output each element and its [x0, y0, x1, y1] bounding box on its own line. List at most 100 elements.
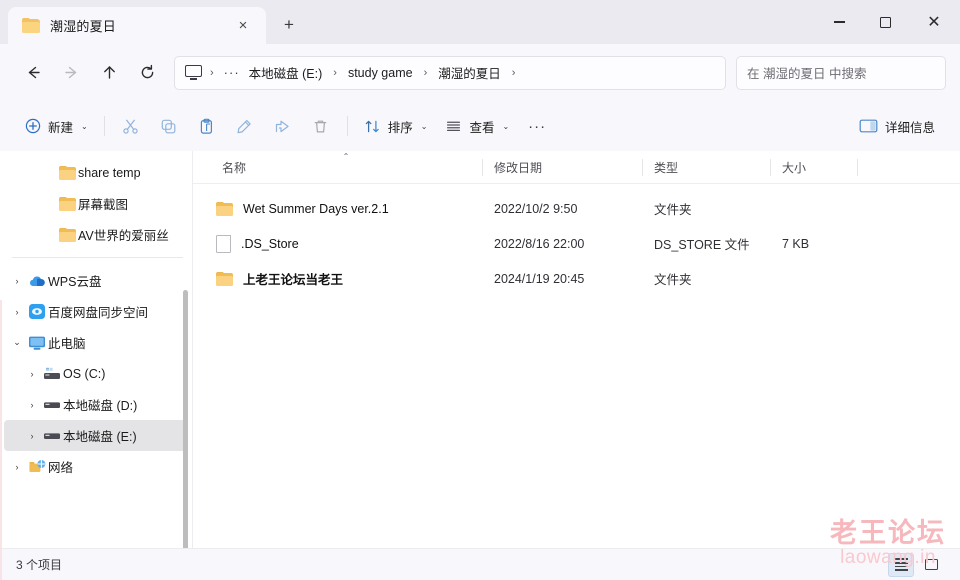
minimize-button[interactable] — [816, 0, 862, 44]
sidebar-item-3[interactable]: › OS (C:) — [4, 358, 187, 389]
breadcrumb-separator: › — [511, 66, 516, 79]
paste-button[interactable] — [188, 110, 226, 142]
sidebar-item-icon — [56, 227, 78, 242]
sidebar-item-0[interactable]: ›share temp — [4, 157, 187, 188]
sidebar-item-4[interactable]: › 本地磁盘 (D:) — [4, 389, 187, 420]
table-row[interactable]: 上老王论坛当老王 2024/1/19 20:45 文件夹 — [199, 261, 954, 296]
breadcrumb-separator: › — [333, 66, 337, 79]
up-button[interactable] — [90, 56, 128, 90]
large-icons-view-toggle[interactable] — [918, 553, 944, 577]
chevron-down-icon: ⌄ — [420, 121, 428, 131]
cut-button[interactable] — [112, 110, 150, 142]
sidebar-divider — [12, 257, 183, 258]
details-view-toggle[interactable] — [888, 552, 914, 577]
sidebar-item-label: share temp — [78, 165, 141, 180]
search-box[interactable]: 在 潮湿的夏日 中搜索 — [736, 55, 946, 90]
tab-active[interactable]: 潮湿的夏日 × — [8, 7, 266, 44]
file-date-cell: 2022/8/16 22:00 — [494, 236, 585, 251]
sidebar-item-label: OS (C:) — [63, 366, 106, 381]
folder-icon — [58, 196, 76, 211]
refresh-button[interactable] — [128, 56, 166, 90]
sidebar-item-1[interactable]: › 百度网盘同步空间 — [4, 296, 187, 327]
toolbar-divider — [103, 116, 105, 136]
folder-icon — [58, 227, 76, 242]
folder-icon — [22, 18, 40, 33]
search-input[interactable]: 在 潮湿的夏日 中搜索 — [747, 63, 866, 82]
forward-button[interactable] — [52, 56, 90, 90]
sidebar-item-icon — [41, 366, 63, 381]
sidebar-item-0[interactable]: › WPS云盘 — [4, 265, 187, 296]
sidebar-item-icon — [41, 428, 63, 443]
chevron-right-icon[interactable]: › — [23, 369, 41, 379]
sidebar-item-1[interactable]: ›屏幕截图 — [4, 188, 187, 219]
breadcrumb-overflow[interactable]: ··· — [220, 65, 244, 80]
details-pane-button[interactable]: 详细信息 — [850, 110, 944, 142]
view-button[interactable]: 查看 ⌄ — [436, 110, 518, 142]
new-button[interactable]: 新建 ⌄ — [16, 110, 97, 142]
folder-icon — [216, 271, 233, 286]
more-options-button[interactable]: ··· — [518, 110, 556, 142]
copy-icon — [160, 118, 177, 135]
chevron-down-icon: ⌄ — [502, 121, 510, 131]
sidebar-item-2[interactable]: ⌄ 此电脑 — [4, 327, 187, 358]
trash-icon — [312, 118, 329, 135]
sidebar-item-icon — [26, 273, 48, 289]
file-explorer-window: 潮湿的夏日 × + ✕ › ··· 本地磁盘 (E:) › study game… — [0, 0, 960, 580]
sidebar-item-icon — [26, 459, 48, 475]
chevron-down-icon[interactable]: ⌄ — [8, 337, 26, 348]
back-button[interactable] — [14, 56, 52, 90]
sidebar-item-label: 网络 — [48, 461, 74, 475]
breadcrumb-item-study-game[interactable]: study game — [343, 63, 418, 83]
chevron-right-icon[interactable]: › — [8, 276, 26, 286]
maximize-button[interactable] — [862, 0, 908, 44]
drive-icon — [43, 397, 61, 412]
folder-icon — [216, 201, 233, 216]
chevron-right-icon[interactable]: › — [23, 431, 41, 441]
sort-button[interactable]: 排序 ⌄ — [355, 110, 437, 142]
chevron-right-icon[interactable]: › — [8, 462, 26, 472]
chevron-right-icon[interactable]: › — [8, 307, 26, 317]
new-tab-button[interactable]: + — [274, 10, 304, 40]
cloud-icon — [28, 273, 46, 289]
sidebar-item-icon — [56, 165, 78, 180]
rename-button[interactable] — [226, 110, 264, 142]
sort-button-label: 排序 — [387, 120, 413, 135]
share-button[interactable] — [264, 110, 302, 142]
sidebar-item-6[interactable]: › 网络 — [4, 451, 187, 482]
file-name-label: Wet Summer Days ver.2.1 — [243, 201, 389, 216]
column-header-size-label: 大小 — [782, 160, 807, 175]
column-header-size[interactable]: 大小 — [771, 151, 858, 184]
sidebar-item-label: AV世界的爱丽丝 — [78, 229, 169, 243]
table-row[interactable]: Wet Summer Days ver.2.1 2022/10/2 9:50 文件夹 — [199, 191, 954, 226]
view-toggle-group — [888, 552, 944, 577]
file-rows: Wet Summer Days ver.2.1 2022/10/2 9:50 文件夹… — [193, 191, 960, 296]
file-name-label: .DS_Store — [241, 236, 299, 251]
sidebar-item-label: 本地磁盘 (D:) — [63, 399, 138, 413]
breadcrumb-item-drive[interactable]: 本地磁盘 (E:) — [244, 60, 328, 85]
chevron-right-icon[interactable]: › — [23, 400, 41, 410]
address-bar[interactable]: › ··· 本地磁盘 (E:) › study game › 潮湿的夏日 › — [174, 55, 726, 90]
column-header-name[interactable]: 名称 ⌃ — [209, 151, 483, 184]
column-header-type[interactable]: 类型 — [643, 151, 771, 184]
sidebar-item-label: 本地磁盘 (E:) — [63, 430, 137, 444]
details-pane-icon — [859, 118, 878, 134]
plus-circle-icon — [25, 118, 41, 134]
delete-button[interactable] — [302, 110, 340, 142]
title-bar: 潮湿的夏日 × + ✕ — [0, 0, 960, 44]
column-header-date[interactable]: 修改日期 — [483, 151, 643, 184]
rename-icon — [236, 118, 253, 135]
file-size-cell: 7 KB — [782, 236, 810, 251]
sidebar-item-5[interactable]: › 本地磁盘 (E:) — [4, 420, 187, 451]
close-icon[interactable]: × — [230, 13, 256, 39]
breadcrumb-item-current[interactable]: 潮湿的夏日 — [433, 60, 506, 85]
sidebar-item-label: WPS云盘 — [48, 275, 102, 289]
clipboard-icon — [198, 118, 215, 135]
sidebar-item-2[interactable]: ›AV世界的爱丽丝 — [4, 219, 187, 250]
file-list-pane: 名称 ⌃ 修改日期 类型 大小 Wet Summer Days ver.2.1 … — [193, 151, 960, 548]
copy-button[interactable] — [150, 110, 188, 142]
table-row[interactable]: .DS_Store 2022/8/16 22:00 DS_STORE 文件 7 KB — [199, 226, 954, 261]
file-name-cell: .DS_Store — [209, 234, 483, 253]
sidebar-scrollbar[interactable] — [183, 290, 188, 548]
close-window-button[interactable]: ✕ — [908, 0, 960, 44]
sidebar-item-label: 百度网盘同步空间 — [48, 306, 149, 320]
